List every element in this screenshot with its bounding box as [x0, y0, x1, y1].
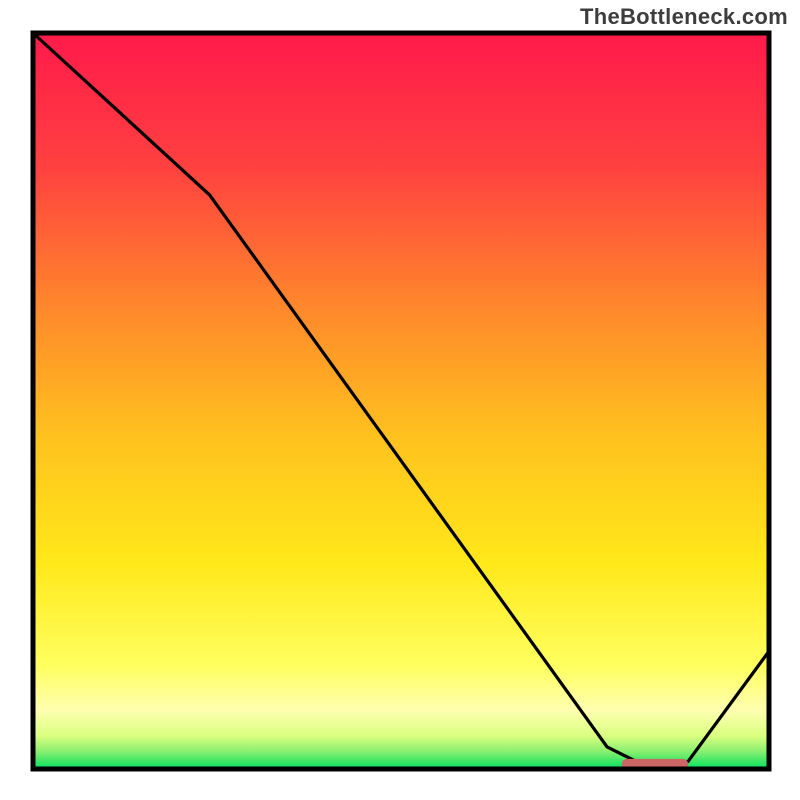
watermark-text: TheBottleneck.com: [580, 4, 788, 30]
heatmap-background: [33, 33, 769, 769]
chart-container: TheBottleneck.com: [0, 0, 800, 800]
bottleneck-chart: [0, 0, 800, 800]
